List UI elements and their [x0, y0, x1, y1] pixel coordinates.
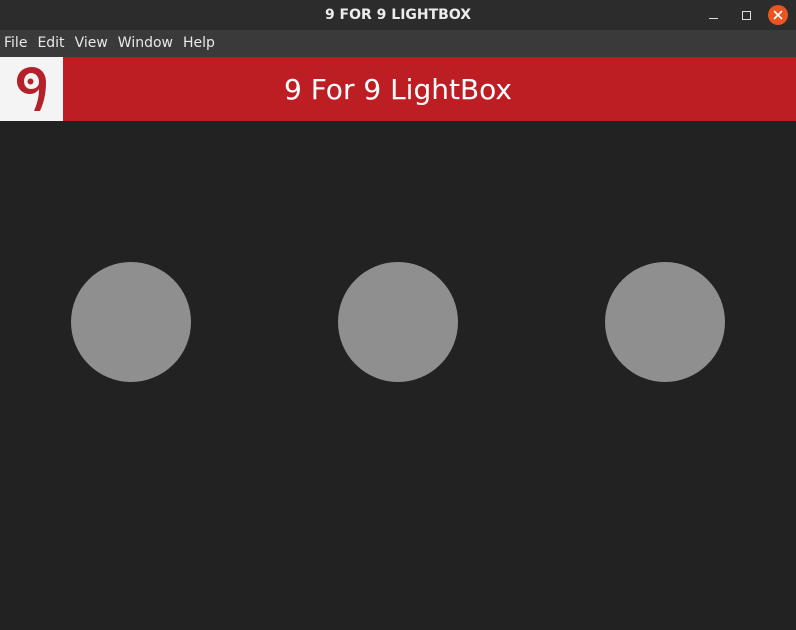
minimize-icon: [708, 17, 718, 19]
app-window: 9 FOR 9 LIGHTBOX File Edit View Window H…: [0, 0, 796, 630]
menu-bar: File Edit View Window Help: [0, 30, 796, 57]
maximize-icon: [741, 10, 751, 20]
app-title: 9 For 9 LightBox: [283, 72, 512, 106]
maximize-button[interactable]: [736, 0, 756, 30]
minimize-button[interactable]: [703, 0, 723, 30]
app-logo: [0, 57, 63, 121]
light-1[interactable]: [71, 262, 191, 382]
menu-file[interactable]: File: [0, 30, 33, 57]
menu-view[interactable]: View: [71, 30, 114, 57]
light-3[interactable]: [605, 262, 725, 382]
menu-help[interactable]: Help: [179, 30, 221, 57]
menu-window[interactable]: Window: [114, 30, 179, 57]
light-2[interactable]: [338, 262, 458, 382]
nine-logo-icon: [16, 67, 46, 111]
close-button[interactable]: [768, 0, 788, 30]
lightbox-content: [0, 121, 796, 630]
title-bar[interactable]: 9 FOR 9 LIGHTBOX: [0, 0, 796, 30]
menu-edit[interactable]: Edit: [33, 30, 70, 57]
app-header: 9 For 9 LightBox: [0, 57, 796, 121]
close-icon: [768, 5, 788, 25]
window-title: 9 FOR 9 LIGHTBOX: [324, 7, 472, 23]
